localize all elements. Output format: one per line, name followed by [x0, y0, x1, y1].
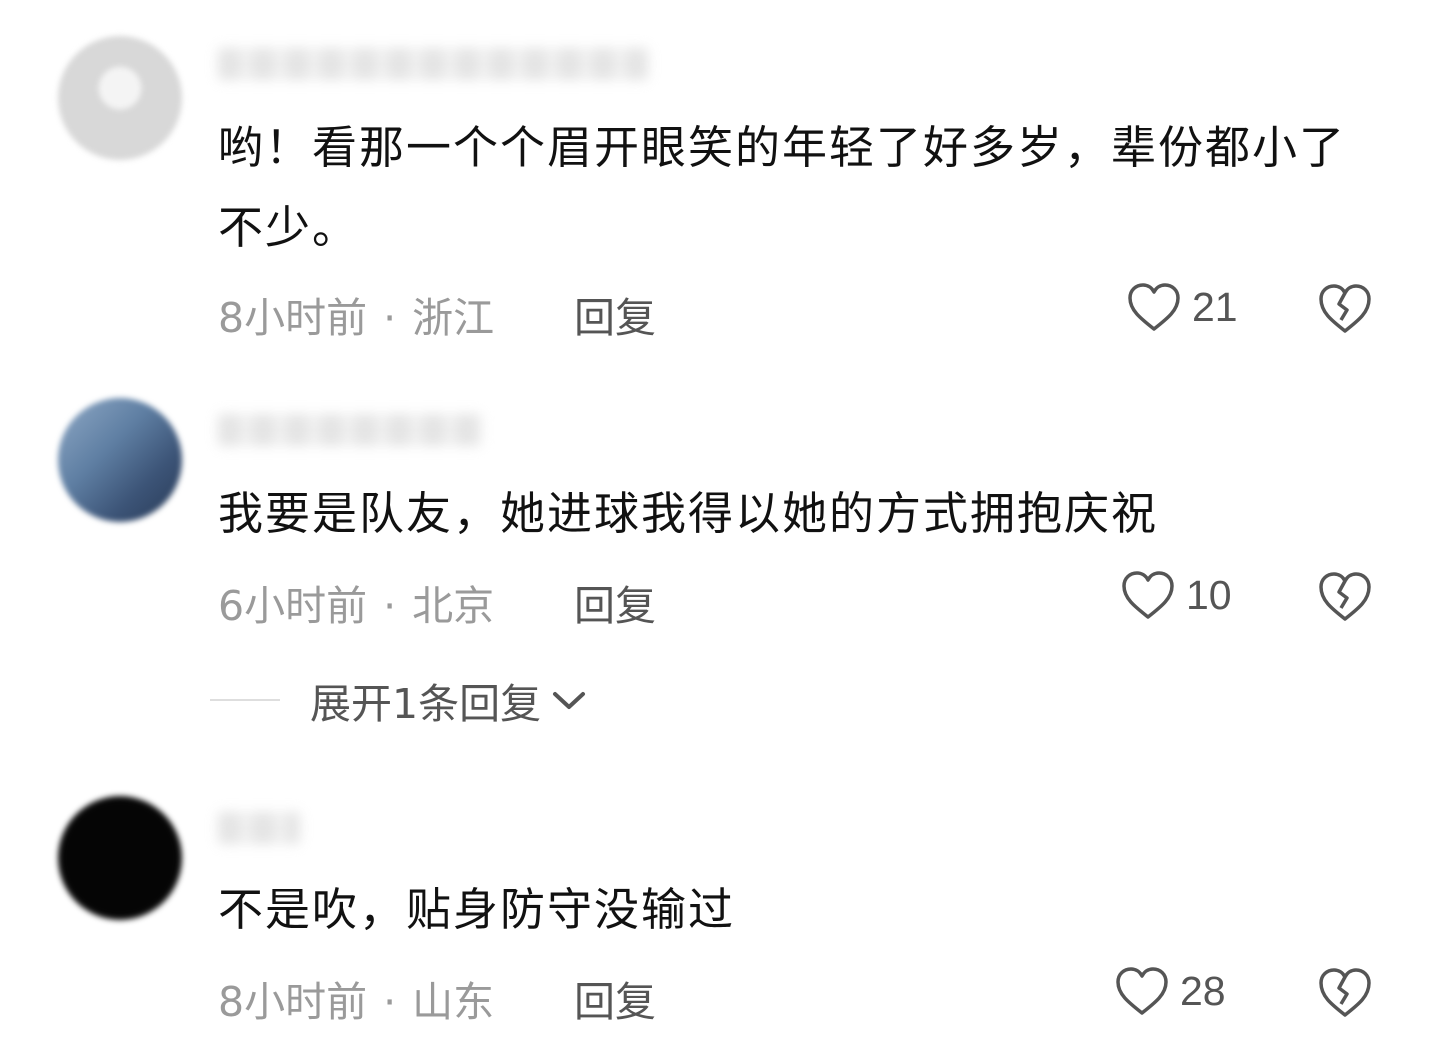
like-count: 28 [1180, 967, 1226, 1014]
like-button[interactable]: 10 [1120, 568, 1232, 622]
expand-replies-button[interactable]: 展开1条回复 [210, 672, 587, 728]
meta-separator: · [383, 978, 397, 1026]
dislike-button[interactable] [1316, 568, 1374, 624]
username-blurred[interactable] [218, 414, 482, 446]
comment-time: 6小时前 [218, 582, 368, 630]
comment-text: 哟！看那一个个眉开眼笑的年轻了好多岁，辈份都小了不少。 [218, 121, 1347, 254]
like-button[interactable]: 21 [1126, 280, 1238, 334]
comment-meta: 6小时前 · 北京 [218, 572, 494, 632]
comment-location: 山东 [412, 978, 495, 1026]
avatar[interactable] [58, 36, 182, 160]
comment-time: 8小时前 [218, 978, 368, 1026]
like-button[interactable]: 28 [1114, 964, 1226, 1018]
reply-button[interactable]: 回复 [574, 968, 656, 1028]
dislike-button[interactable] [1316, 280, 1374, 336]
broken-heart-icon [1316, 280, 1374, 336]
avatar[interactable] [58, 398, 182, 522]
reply-button[interactable]: 回复 [574, 572, 656, 632]
reply-button[interactable]: 回复 [574, 284, 656, 344]
meta-separator: · [383, 294, 397, 342]
comment-time: 8小时前 [218, 294, 368, 342]
like-count: 10 [1186, 571, 1232, 618]
comment-meta: 8小时前 · 山东 [218, 968, 494, 1028]
username-blurred[interactable] [218, 48, 648, 80]
heart-outline-icon [1114, 964, 1170, 1018]
expand-replies-label: 展开1条回复 [310, 680, 542, 728]
username-blurred[interactable] [218, 812, 300, 844]
meta-separator: · [383, 582, 397, 630]
comment-text: 不是吹，贴身防守没输过 [218, 883, 736, 936]
like-count: 21 [1192, 283, 1238, 330]
comment-text: 我要是队友，她进球我得以她的方式拥抱庆祝 [218, 487, 1159, 540]
comment-location: 浙江 [412, 294, 495, 342]
comment-meta: 8小时前 · 浙江 [218, 284, 494, 344]
divider [210, 699, 280, 701]
heart-outline-icon [1120, 568, 1176, 622]
chevron-down-icon [551, 688, 587, 712]
broken-heart-icon [1316, 964, 1374, 1020]
heart-outline-icon [1126, 280, 1182, 334]
dislike-button[interactable] [1316, 964, 1374, 1020]
broken-heart-icon [1316, 568, 1374, 624]
avatar[interactable] [58, 796, 182, 920]
comment-location: 北京 [412, 582, 495, 630]
